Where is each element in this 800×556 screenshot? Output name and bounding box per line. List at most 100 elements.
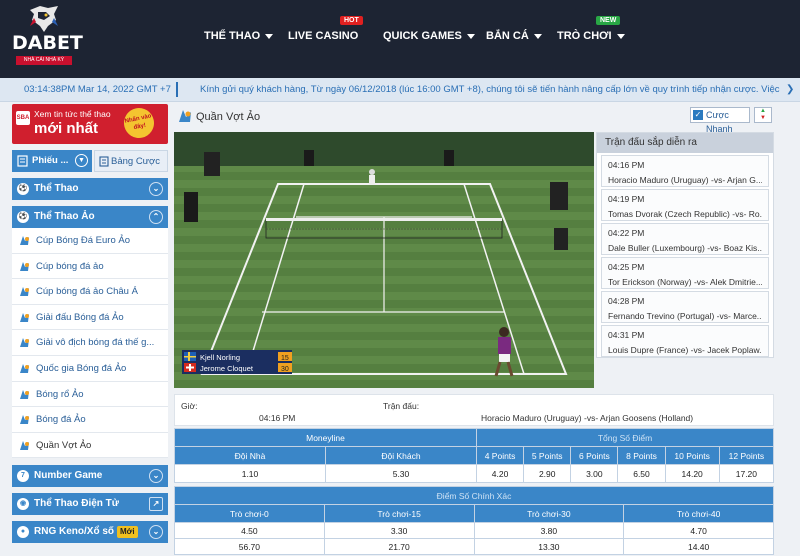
chevron-down-icon: ⌄ [149, 469, 163, 484]
match-name: Louis Dupre (France) -vs- Jacek Poplaw..… [608, 345, 762, 355]
section-label: Thể Thao Điện Tử [34, 498, 120, 510]
list-item[interactable]: 04:19 PM Tomas Dvorak (Czech Republic) -v… [601, 189, 769, 221]
virtual-sport-icon [20, 287, 29, 297]
top-header: DABET NHÀ CÁI NHÀ KỲ THỂ THAO LIVE CASIN… [0, 0, 800, 78]
new-badge: NEW [596, 16, 621, 25]
total-col: 6 Points [570, 446, 619, 465]
sidebar: SBA Xem tin tức thể thao mới nhất Nhấn v… [12, 104, 168, 544]
sub-item-label: Giải đấu Bóng đá Ảo [36, 311, 124, 323]
lottery-ball-icon: ● [17, 526, 29, 539]
sidebar-item-euro-cup[interactable]: Cúp Bóng Đá Euro Ảo [12, 228, 168, 254]
nav-ban-ca[interactable]: BẮN CÁ [486, 30, 542, 42]
section-label: Thể Thao Ảo [34, 211, 95, 222]
player1-score: 15 [281, 355, 289, 362]
total-col: 12 Points [718, 446, 775, 465]
total-odds[interactable]: 4.20 [475, 464, 525, 483]
total-odds[interactable]: 2.90 [523, 464, 572, 483]
score-odds[interactable]: 21.70 [323, 538, 475, 555]
sidebar-section-sports[interactable]: ⚽ Thể Thao ⌄ [12, 178, 168, 200]
sub-item-label: Cúp bóng đá ảo [36, 260, 104, 272]
chevron-down-icon [616, 33, 625, 39]
score-col: Trò chơi-30 [473, 504, 625, 523]
total-odds[interactable]: 14.20 [664, 464, 720, 483]
sports-news-promo-banner[interactable]: SBA Xem tin tức thể thao mới nhất Nhấn v… [12, 104, 168, 144]
list-item[interactable]: 04:31 PM Louis Dupre (France) -vs- Jacek … [601, 325, 769, 357]
score-odds[interactable]: 56.70 [174, 538, 325, 555]
match-info-bar: Giờ: 04:16 PM Trận đấu: Horacio Maduro (… [174, 394, 774, 426]
sidebar-section-virtual-sports[interactable]: ⚽ Thể Thao Ảo ⌃ [12, 206, 168, 228]
eagle-icon [30, 6, 58, 32]
total-odds[interactable]: 3.00 [570, 464, 619, 483]
sub-item-label: Quần Vợt Ảo [36, 439, 92, 451]
list-item[interactable]: 04:22 PM Dale Buller (Luxembourg) -vs- Bo… [601, 223, 769, 255]
sidebar-item-basketball[interactable]: Bóng rổ Ảo [12, 381, 168, 408]
bet-slip-tab[interactable]: Phiếu ... ▼ [12, 150, 92, 172]
away-odds[interactable]: 5.30 [325, 464, 477, 483]
live-video-player[interactable]: Kjell Norling Jerome Cloquet 15 30 [174, 132, 594, 388]
score-odds[interactable]: 13.30 [473, 538, 625, 555]
score-odds[interactable]: 14.40 [623, 538, 774, 555]
match-name: Horacio Maduro (Uruguay) -vs- Arjan G... [608, 175, 762, 185]
soccer-ball-icon: ⚽ [17, 211, 29, 223]
home-odds[interactable]: 1.10 [174, 464, 326, 483]
list-item[interactable]: 04:28 PM Fernando Trevino (Portugal) -vs-… [601, 291, 769, 323]
total-odds[interactable]: 6.50 [617, 464, 666, 483]
total-col: 10 Points [664, 446, 720, 465]
odds-table-tab[interactable]: Bảng Cược [94, 150, 168, 172]
bet-slip-label: Phiếu ... [32, 155, 69, 166]
list-item[interactable]: 04:25 PM Tor Erickson (Norway) -vs- Alek … [601, 257, 769, 289]
total-odds[interactable]: 17.20 [718, 464, 775, 483]
player2-score: 30 [281, 366, 289, 373]
promo-title: mới nhất [34, 120, 98, 137]
virtual-sport-icon [20, 389, 29, 399]
current-datetime: 03:14:38PM Mar 14, 2022 GMT +7 [24, 84, 171, 95]
sidebar-item-asia-cup[interactable]: Cúp bóng đá ảo Châu Á [12, 279, 168, 305]
sidebar-section-rng-keno[interactable]: ● RNG Keno/Xổ số Mới ⌄ [12, 521, 168, 544]
sidebar-item-world-cup[interactable]: Giải vô địch bóng đá thế g... [12, 330, 168, 356]
nav-label: TRÒ CHƠI [557, 30, 612, 42]
score-col: Trò chơi-15 [323, 504, 475, 523]
sidebar-section-number-game[interactable]: 7 Number Game ⌄ [12, 465, 168, 488]
soccer-ball-icon: ⚽ [17, 183, 29, 195]
nav-live-casino[interactable]: LIVE CASINO [288, 30, 358, 42]
quick-bet-toggle[interactable]: ✓ Cược Nhanh [690, 107, 750, 134]
match-name: Tomas Dvorak (Czech Republic) -vs- Ro... [608, 209, 762, 219]
dabet-logo[interactable]: DABET NHÀ CÁI NHÀ KỲ [8, 2, 83, 74]
chevron-down-icon: ▼ [75, 154, 88, 167]
correct-score-table: Điểm Số Chính Xác Trò chơi-0 Trò chơi-15… [174, 486, 774, 555]
promo-subtitle: Xem tin tức thể thao [34, 109, 111, 119]
chevron-down-icon [533, 33, 542, 39]
sidebar-section-esports[interactable]: ◉ Thể Thao Điện Tử ↗ [12, 493, 168, 516]
checkbox-checked-icon: ✓ [693, 110, 703, 120]
sidebar-item-virtual-cup[interactable]: Cúp bóng đá ảo [12, 253, 168, 280]
score-odds[interactable]: 3.80 [473, 522, 625, 539]
promo-click-sticker: Nhấn vào đây! [121, 105, 157, 141]
ticker-divider [176, 82, 178, 97]
virtual-sport-icon [20, 261, 29, 271]
moneyline-total-table: Moneyline Tổng Số Điểm Đội Nhà Đội Khách… [174, 428, 775, 483]
upcoming-header: Trận đấu sắp diễn ra [597, 133, 773, 153]
brand-tagline: NHÀ CÁI NHÀ KỲ [16, 56, 72, 65]
match-time: 04:25 PM [608, 262, 645, 272]
score-odds[interactable]: 3.30 [323, 522, 475, 539]
ticker-arrow-icon[interactable]: ❯ [786, 84, 794, 95]
sidebar-item-tennis[interactable]: Quần Vợt Ảo [12, 432, 168, 459]
match-label: Trận đấu: [383, 401, 420, 411]
sidebar-item-nations[interactable]: Quốc gia Bóng đá Ảo [12, 355, 168, 382]
sub-item-label: Cúp Bóng Đá Euro Ảo [36, 235, 131, 246]
sidebar-item-virtual-league[interactable]: Giải đấu Bóng đá Ảo [12, 304, 168, 331]
nav-label: THỂ THAO [204, 30, 261, 42]
sidebar-item-soccer[interactable]: Bóng đá Ảo [12, 407, 168, 433]
nav-quick-games[interactable]: QUICK GAMES [383, 30, 475, 42]
match-time: 04:16 PM [608, 160, 645, 170]
new-badge: Mới [117, 526, 138, 539]
score-col: Trò chơi-40 [623, 504, 774, 523]
odds-sort-button[interactable]: ▲ ▼ [754, 107, 772, 123]
nav-tro-choi[interactable]: TRÒ CHƠI [557, 30, 625, 42]
nav-the-thao[interactable]: THỂ THAO [204, 30, 274, 42]
match-value: Horacio Maduro (Uruguay) -vs- Arjan Goos… [481, 413, 694, 423]
chevron-down-icon [466, 33, 475, 39]
score-odds[interactable]: 4.50 [174, 522, 325, 539]
score-odds[interactable]: 4.70 [623, 522, 774, 539]
list-item[interactable]: 04:16 PM Horacio Maduro (Uruguay) -vs- Ar… [601, 155, 769, 187]
